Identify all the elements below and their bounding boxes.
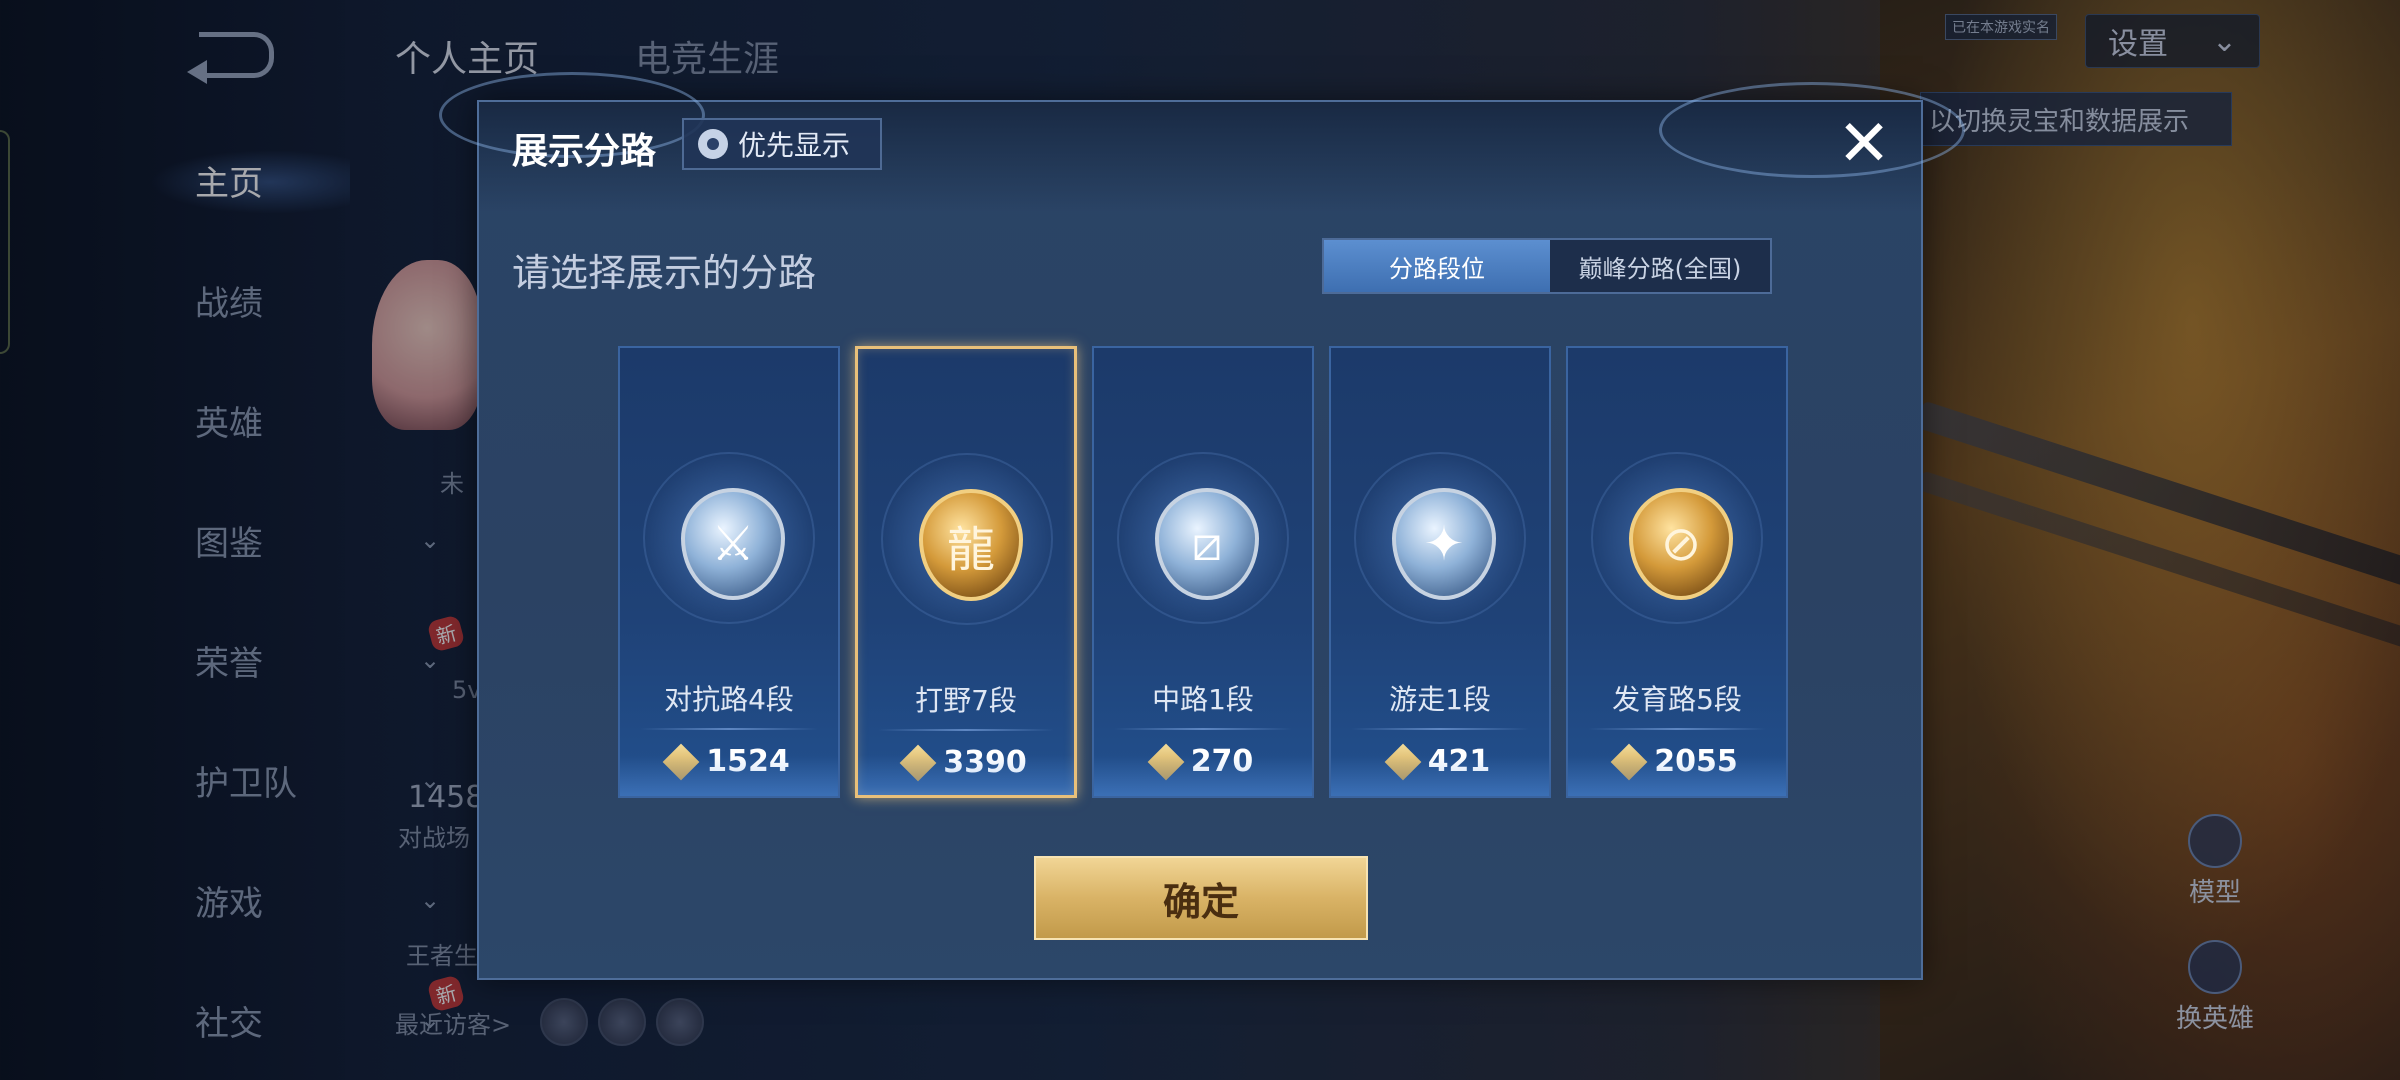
- modal-subtitle: 请选择展示的分路: [512, 251, 817, 295]
- lane-rank-label: 对抗路4段: [664, 683, 794, 716]
- lane-rank-label: 发育路5段: [1612, 683, 1742, 716]
- lane-card-mid[interactable]: ⧄ 中路1段 270: [1092, 346, 1314, 798]
- divider: [1114, 728, 1292, 730]
- lane-mode-segmented-control: 分路段位 巅峰分路(全国): [1322, 238, 1772, 294]
- lane-card-top[interactable]: ⚔ 对抗路4段 1524: [618, 346, 840, 798]
- lane-display-modal: 展示分路 优先显示 ✕ 请选择展示的分路 分路段位 巅峰分路(全国) ⚔ 对抗路…: [439, 72, 1965, 980]
- tab-peak-lane-national[interactable]: 巅峰分路(全国): [1550, 240, 1770, 292]
- card-glow: [1094, 756, 1312, 796]
- divider: [1588, 728, 1766, 730]
- lane-rank-label: 打野7段: [915, 684, 1017, 717]
- card-glow: [620, 756, 838, 796]
- tab-lane-rank[interactable]: 分路段位: [1324, 240, 1550, 292]
- card-glow: [858, 755, 1074, 795]
- priority-label: 优先显示: [738, 129, 851, 162]
- confirm-button[interactable]: 确定: [1034, 856, 1368, 940]
- card-glow: [1331, 756, 1549, 796]
- divider: [878, 729, 1054, 731]
- modal-title: 展示分路: [512, 131, 657, 172]
- gear-icon: [698, 129, 728, 159]
- lane-rank-label: 中路1段: [1152, 683, 1254, 716]
- decor-swirl: [1659, 82, 1965, 178]
- card-glow: [1568, 756, 1786, 796]
- close-icon[interactable]: ✕: [1834, 112, 1894, 176]
- divider: [640, 728, 818, 730]
- lane-card-jungle[interactable]: 龍 打野7段 3390: [855, 346, 1077, 798]
- priority-display-button[interactable]: 优先显示: [682, 118, 882, 170]
- divider: [1351, 728, 1529, 730]
- lane-card-adc[interactable]: ⊘ 发育路5段 2055: [1566, 346, 1788, 798]
- lane-rank-label: 游走1段: [1389, 683, 1491, 716]
- lane-card-support[interactable]: ✦ 游走1段 421: [1329, 346, 1551, 798]
